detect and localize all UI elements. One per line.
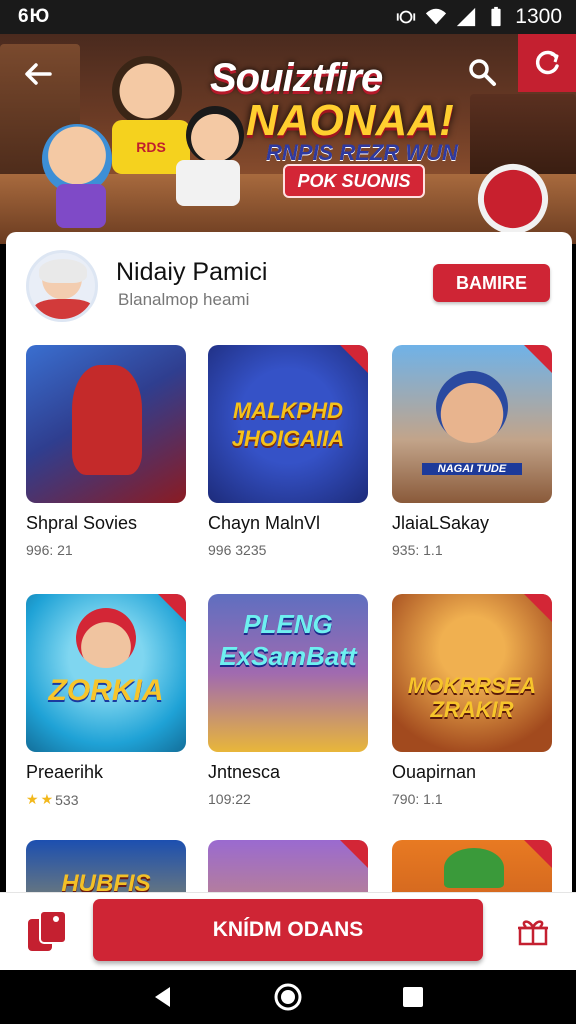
gift-icon: [518, 920, 548, 946]
thumbnail-corner-badge: [158, 594, 186, 622]
character-kid-right-body: [176, 160, 240, 206]
bottom-action-bar: KNÍDM ODANS: [0, 892, 576, 970]
game-title: Chayn MalnVl: [208, 513, 321, 533]
thumbnail-corner-badge: [524, 345, 552, 373]
game-card[interactable]: ZORKIA Preaerihk ★ ★ 533: [26, 594, 186, 808]
thumbnail-text: ZORKIA: [48, 674, 164, 707]
game-title: Preaerihk: [26, 762, 104, 782]
game-card[interactable]: NAGAI TUDE JlaiaLSakay 935: 1.1: [392, 345, 552, 558]
game-rating-count: 533: [55, 791, 79, 808]
primary-action-button[interactable]: KNÍDM ODANS: [93, 899, 483, 961]
thumbnail-corner-badge: [340, 345, 368, 373]
nav-home-icon: [274, 983, 302, 1011]
character-kid-right: [186, 106, 244, 164]
main-content: Nidaiy Pamici Blanalmop heami BAMIRE Shp…: [6, 232, 572, 912]
game-meta: ★ ★ 533: [26, 791, 186, 808]
avatar-shirt: [33, 299, 95, 319]
status-icons: 1300: [395, 5, 562, 29]
thumbnail-text: MALKPHD JHOIGAIIA: [231, 398, 345, 451]
banner-title-line1: Souiztfire: [210, 56, 383, 100]
profile-subtitle: Blanalmop heami: [118, 290, 250, 309]
game-thumbnail[interactable]: PLENG ExSamBatt: [208, 594, 368, 752]
game-card[interactable]: PLENG ExSamBatt Jntnesca 109:22: [208, 594, 368, 807]
thumbnail-green-cap: [444, 848, 504, 888]
game-thumbnail[interactable]: ZORKIA: [26, 594, 186, 752]
profile-action-button[interactable]: BAMIRE: [433, 264, 550, 302]
star-icon: ★: [40, 791, 54, 807]
status-time: 1300: [515, 5, 562, 28]
nav-home-button[interactable]: [268, 977, 308, 1017]
thumbnail-player-face: [436, 371, 508, 443]
profile-name: Nidaiy Pamici: [116, 258, 268, 286]
game-card[interactable]: Shpral Sovies 996: 21: [26, 345, 186, 558]
game-thumbnail[interactable]: MALKPHD JHOIGAIIA: [208, 345, 368, 503]
search-button[interactable]: [460, 50, 504, 94]
game-card[interactable]: MALKPHD JHOIGAIIA Chayn MalnVl 996 3235: [208, 345, 368, 558]
gift-button[interactable]: [508, 909, 558, 953]
game-thumbnail[interactable]: [26, 345, 186, 503]
vibrate-icon: [397, 10, 416, 24]
wifi-icon: [426, 8, 447, 25]
thumbnail-corner-badge: [524, 840, 552, 868]
system-nav-bar: [0, 970, 576, 1024]
game-title: JlaiaLSakay: [392, 513, 490, 533]
avatar-hair: [39, 259, 87, 283]
back-arrow-icon: [25, 63, 52, 85]
game-card[interactable]: MOKRRSEA ZRAKIR Ouapirnan 790: 1.1: [392, 594, 552, 807]
thumbnail-text: NAGAI TUDE: [422, 463, 522, 475]
banner-title-line2: NAONAA!: [246, 96, 454, 145]
back-button[interactable]: [16, 52, 60, 96]
signal-icon: [457, 7, 476, 27]
game-title: Shpral Sovies: [26, 513, 138, 533]
game-thumbnail[interactable]: MOKRRSEA ZRAKIR: [392, 594, 552, 752]
game-meta: 109:22: [208, 791, 251, 807]
status-bar: 6Ю 1300: [0, 0, 576, 34]
avatar[interactable]: [26, 250, 98, 322]
character-kid-left-body: [56, 184, 106, 228]
thumbnail-corner-badge: [524, 594, 552, 622]
character-kid-center: [112, 56, 182, 126]
star-icon: ★: [26, 791, 39, 807]
thumbnail-monster: [72, 365, 142, 475]
nav-back-icon: [154, 987, 170, 1007]
collection-button[interactable]: [22, 905, 72, 955]
banner-subtitle: RNPIS REZR WUN: [266, 140, 458, 165]
game-title: Ouapirnan: [392, 762, 477, 782]
game-thumbnail[interactable]: NAGAI TUDE: [392, 345, 552, 503]
nav-back-button[interactable]: [143, 977, 183, 1017]
nav-recents-icon: [403, 987, 424, 1007]
cards-icon: [28, 910, 67, 951]
thumbnail-text: MOKRRSEA ZRAKIR: [407, 673, 537, 722]
refresh-button[interactable]: [518, 34, 576, 92]
banner-cta-pill[interactable]: POK SUONIS: [283, 164, 425, 198]
hero-banner[interactable]: RDS Souiztfire NAONAA! RNPIS REZR WUN PO…: [0, 34, 576, 244]
thumbnail-player-face: [76, 608, 136, 668]
search-icon: [469, 59, 496, 86]
game-meta: 996 3235: [208, 542, 267, 558]
game-meta: 935: 1.1: [392, 542, 443, 558]
game-meta: 996: 21: [26, 542, 73, 558]
refresh-icon: [535, 50, 559, 75]
status-carrier: 6Ю: [18, 6, 51, 27]
game-title: Jntnesca: [208, 762, 281, 782]
thumbnail-corner-badge: [340, 840, 368, 868]
thumbnail-text: PLENG ExSamBatt: [219, 609, 357, 671]
game-meta: 790: 1.1: [392, 791, 443, 807]
battery-icon: [491, 6, 501, 27]
nav-recents-button[interactable]: [393, 977, 433, 1017]
